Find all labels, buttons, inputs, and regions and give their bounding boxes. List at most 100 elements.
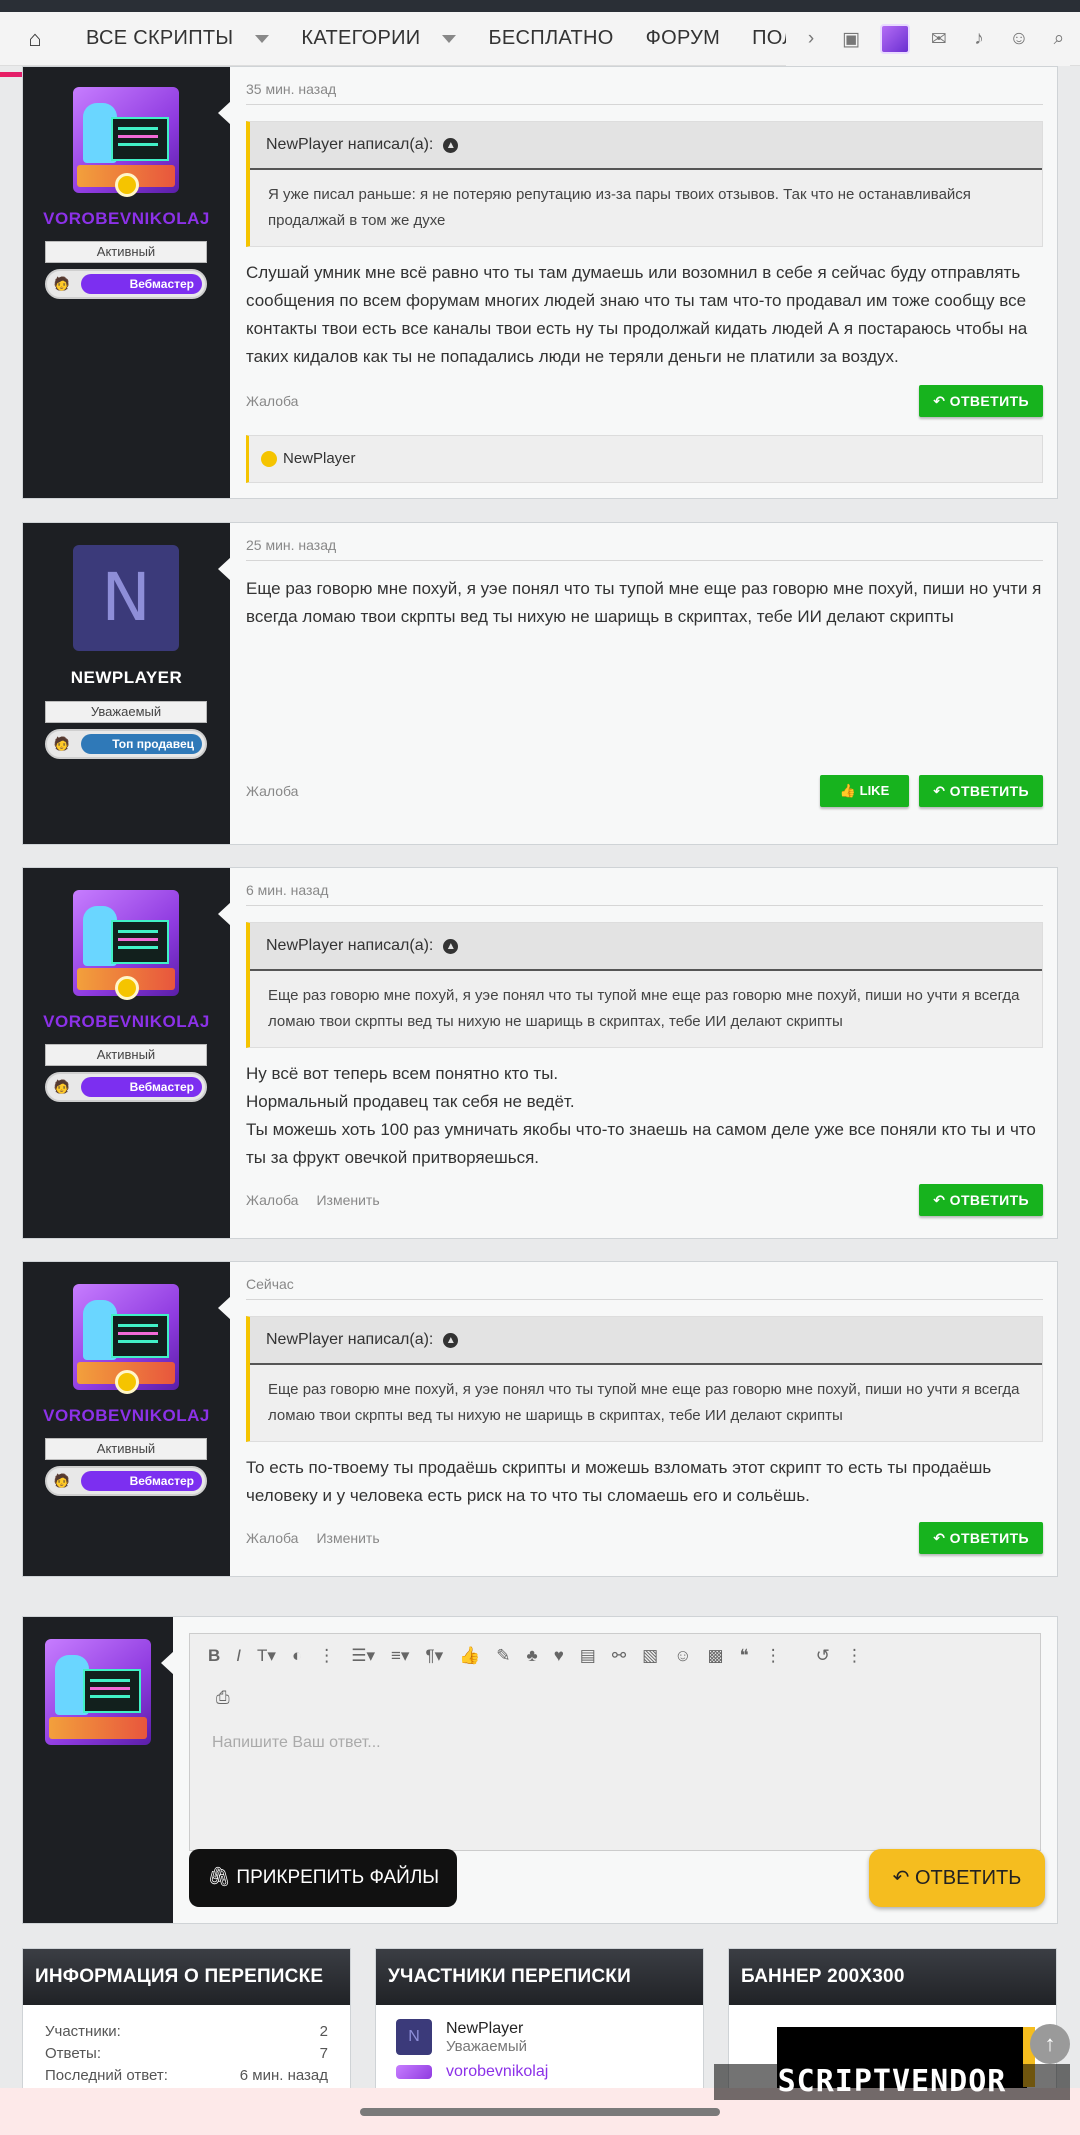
user-avatar[interactable] — [880, 24, 910, 54]
info-row: Последний ответ: 6 мин. назад — [45, 2067, 328, 2084]
reply-button[interactable]: ↶ ОТВЕТИТЬ — [919, 385, 1043, 417]
user-badge: 🧑 Вебмастер — [45, 1466, 207, 1496]
image-icon[interactable]: ▧ — [642, 1646, 658, 1666]
nav-all-scripts[interactable]: ВСЕ СКРИПТЫ — [70, 27, 285, 50]
align-icon[interactable]: ≡▾ — [391, 1646, 409, 1666]
search-icon[interactable]: ⌕ — [1048, 28, 1070, 50]
post-time[interactable]: 25 мин. назад — [246, 537, 1043, 561]
edit-link[interactable]: Изменить — [316, 1192, 379, 1208]
chevron-down-icon[interactable] — [442, 34, 457, 43]
submit-reply-button[interactable]: ↶ ОТВЕТИТЬ — [869, 1849, 1045, 1907]
user-title: Активный — [45, 241, 207, 263]
reply-button[interactable]: ↶ ОТВЕТИТЬ — [919, 775, 1043, 807]
user-badge: 🧑 Вебмастер — [45, 269, 207, 299]
post-content: 6 мин. назад NewPlayer написал(а): ▲ Еще … — [230, 868, 1057, 1238]
mail-icon[interactable]: ✉ — [928, 28, 950, 51]
heart-icon[interactable]: ♥ — [554, 1646, 564, 1666]
smiley-icon[interactable]: ☺ — [674, 1646, 691, 1666]
post-footer: Жалоба Изменить ↶ ОТВЕТИТЬ — [246, 1184, 1043, 1216]
bell-icon[interactable]: ♪ — [968, 28, 990, 50]
reply-input[interactable]: Напишите Ваш ответ... — [190, 1722, 1040, 1764]
wallet-icon[interactable]: ▣ — [840, 28, 862, 51]
member-item[interactable]: N NewPlayer Уважаемый — [376, 2005, 703, 2055]
link-icon[interactable]: ⚯ — [612, 1646, 626, 1666]
palette-icon[interactable]: ◐ — [292, 1646, 302, 1666]
member-title: Уважаемый — [446, 2037, 528, 2055]
edit-link[interactable]: Изменить — [316, 1530, 379, 1546]
post-time[interactable]: 35 мин. назад — [246, 81, 1043, 105]
list-icon[interactable]: ☰▾ — [351, 1646, 375, 1666]
arrow-up-icon[interactable]: ▲ — [443, 1332, 459, 1348]
report-link[interactable]: Жалоба — [246, 1530, 298, 1546]
font-size-icon[interactable]: T▾ — [257, 1646, 276, 1666]
reply-icon: ↶ — [933, 1530, 950, 1546]
top-navigation: ⌂ ВСЕ СКРИПТЫ КАТЕГОРИИ БЕСПЛАТНО ФОРУМ … — [0, 12, 1080, 77]
home-icon[interactable]: ⌂ — [0, 26, 70, 52]
reactions-bar[interactable]: NewPlayer — [246, 435, 1043, 483]
chevron-down-icon[interactable] — [255, 34, 270, 43]
status-strip — [0, 0, 1080, 12]
post-user-sidebar: VOROBEVNIKOLAJ Активный 🧑 Вебмастер — [23, 1262, 231, 1576]
attach-files-button[interactable]: 🖇 ПРИКРЕПИТЬ ФАЙЛЫ — [189, 1849, 457, 1907]
arrow-up-icon[interactable]: ▲ — [443, 137, 459, 153]
arrow-up-icon[interactable]: ▲ — [443, 938, 459, 954]
avatar[interactable]: N — [396, 2019, 432, 2055]
thumbs-up-icon: 👍 — [839, 783, 860, 798]
gallery-icon[interactable]: ▩ — [708, 1646, 724, 1666]
member-item[interactable]: vorobevnikolaj — [376, 2055, 703, 2081]
post: VOROBEVNIKOLAJ Активный 🧑 Вебмастер Сейча… — [22, 1261, 1058, 1577]
post-time[interactable]: Сейчас — [246, 1276, 1043, 1300]
preview-icon[interactable]: ⎙ — [190, 1678, 1040, 1722]
users-icon[interactable]: ♣ — [527, 1646, 538, 1666]
quote-body: Еще раз говорю мне похуй, я уэе понял чт… — [268, 1381, 1020, 1424]
info-row: Ответы: 7 — [45, 2045, 328, 2062]
post-text: Слушай умник мне всё равно что ты там ду… — [246, 263, 1028, 366]
online-indicator — [115, 173, 139, 197]
username[interactable]: VOROBEVNIKOLAJ — [23, 1406, 230, 1426]
smiley-icon[interactable]: ☺ — [1008, 28, 1030, 50]
username[interactable]: VOROBEVNIKOLAJ — [23, 1012, 230, 1032]
nav-categories[interactable]: КАТЕГОРИИ — [285, 27, 472, 50]
money-icon[interactable]: ▤ — [580, 1646, 596, 1666]
nav-free[interactable]: БЕСПЛАТНО — [472, 27, 629, 50]
paragraph-icon[interactable]: ¶▾ — [425, 1646, 443, 1666]
avatar[interactable] — [45, 1639, 151, 1745]
widget-title: УЧАСТНИКИ ПЕРЕПИСКИ — [376, 1949, 703, 2005]
quote-header[interactable]: NewPlayer написал(а): ▲ — [250, 923, 1042, 971]
home-indicator[interactable] — [360, 2108, 720, 2116]
italic-icon[interactable]: I — [236, 1646, 241, 1666]
quote-block: NewPlayer написал(а): ▲ Еще раз говорю мн… — [246, 1316, 1043, 1442]
quote-icon[interactable]: ❝ — [740, 1646, 749, 1666]
avatar[interactable]: N — [73, 545, 179, 651]
webmaster-icon: 🧑 — [53, 1473, 71, 1488]
reply-editor[interactable]: B I T▾ ◐ ⋮ ☰▾ ≡▾ ¶▾ 👍 ✎ ♣ ♥ ▤ ⚯ ▧ ☺ ▩ ❝ … — [189, 1633, 1041, 1851]
more-vertical-icon[interactable]: ⋮ — [846, 1646, 863, 1666]
reply-button[interactable]: ↶ ОТВЕТИТЬ — [919, 1522, 1043, 1554]
reply-button[interactable]: ↶ ОТВЕТИТЬ — [919, 1184, 1043, 1216]
report-link[interactable]: Жалоба — [246, 393, 298, 409]
report-link[interactable]: Жалоба — [246, 1192, 298, 1208]
user-badge: 🧑 Топ продавец — [45, 729, 207, 759]
thumbs-up-icon[interactable]: 👍 — [459, 1646, 480, 1666]
more-vertical-icon[interactable]: ⋮ — [318, 1646, 335, 1666]
report-link[interactable]: Жалоба — [246, 783, 298, 799]
scroll-top-button[interactable]: ↑ — [1030, 2024, 1070, 2064]
nav-icons: › ▣ ✉ ♪ ☺ ⌕ — [786, 12, 1070, 66]
chevron-right-icon[interactable]: › — [800, 28, 822, 50]
member-name[interactable]: NewPlayer — [446, 2020, 527, 2038]
nav-forum[interactable]: ФОРУМ — [630, 27, 737, 50]
more-vertical-icon[interactable]: ⋮ — [765, 1646, 782, 1666]
member-name[interactable]: vorobevnikolaj — [446, 2063, 548, 2081]
quote-header[interactable]: NewPlayer написал(а): ▲ — [250, 1317, 1042, 1365]
widget-title: ИНФОРМАЦИЯ О ПЕРЕПИСКЕ — [23, 1949, 350, 2005]
username[interactable]: NEWPLAYER — [23, 668, 230, 688]
quote-header[interactable]: NewPlayer написал(а): ▲ — [250, 122, 1042, 170]
avatar[interactable] — [396, 2065, 432, 2079]
username[interactable]: VOROBEVNIKOLAJ — [23, 209, 230, 229]
like-button[interactable]: 👍 LIKE — [819, 775, 910, 807]
undo-icon[interactable]: ↺ — [816, 1646, 830, 1666]
comments-icon[interactable]: ✎ — [496, 1646, 510, 1666]
editor-toolbar: B I T▾ ◐ ⋮ ☰▾ ≡▾ ¶▾ 👍 ✎ ♣ ♥ ▤ ⚯ ▧ ☺ ▩ ❝ … — [190, 1634, 1040, 1678]
bold-icon[interactable]: B — [208, 1646, 220, 1666]
post-time[interactable]: 6 мин. назад — [246, 882, 1043, 906]
